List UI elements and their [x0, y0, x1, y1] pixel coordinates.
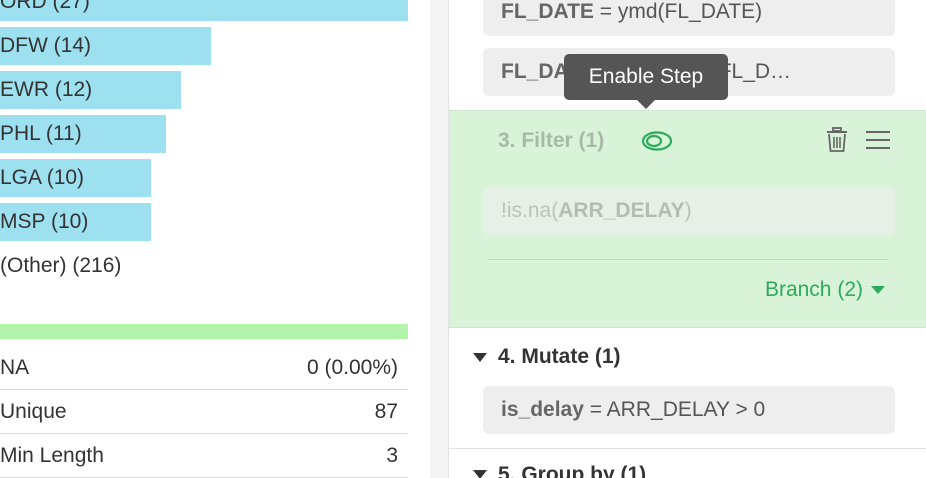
step-title[interactable]: 3. Filter (1) — [498, 126, 604, 156]
command-column: FL_DATE — [501, 0, 594, 23]
data-quality-bar — [0, 324, 408, 339]
command-column: ARR_DELAY — [558, 199, 685, 222]
other-category-label: (Other) (216) — [0, 254, 122, 277]
bar-row[interactable]: PHL (11) — [0, 115, 430, 153]
stat-key: NA — [0, 356, 30, 379]
command-prefix: !is.na( — [501, 199, 559, 222]
bar-row[interactable]: ORD (27) — [0, 0, 430, 21]
panel-divider[interactable] — [430, 0, 448, 478]
bar-label: MSP (10) — [0, 210, 89, 233]
step-command[interactable]: FL_DATE = ymd(FL_DATE) — [483, 0, 895, 36]
step-command[interactable]: !is.na(ARR_DELAY) — [483, 187, 895, 235]
bar-row[interactable]: MSP (10) — [0, 203, 430, 241]
tooltip: Enable Step — [564, 54, 728, 100]
command-expression: = ARR_DELAY > 0 — [583, 398, 766, 421]
branch-label: Branch (2) — [764, 278, 863, 301]
step-filter[interactable]: 3. Filter (1) !is.na(ARR_DELAY) Branch (… — [449, 110, 926, 328]
step-title[interactable]: 4. Mutate (1) — [498, 342, 621, 372]
step-command[interactable]: is_delay = ARR_DELAY > 0 — [483, 386, 895, 434]
bar-row[interactable]: DFW (14) — [0, 27, 430, 65]
divider — [487, 259, 889, 260]
tooltip-arrow — [637, 100, 655, 109]
bar-row[interactable]: EWR (12) — [0, 71, 430, 109]
bar-label: PHL (11) — [0, 122, 82, 145]
eye-icon[interactable] — [641, 131, 673, 151]
step-title[interactable]: 5. Group by (1) — [498, 460, 646, 478]
command-column: is_delay — [501, 398, 584, 421]
stat-row: NA 0 (0.00%) — [0, 346, 408, 390]
divider — [449, 448, 926, 449]
bar-row[interactable]: LGA (10) — [0, 159, 430, 197]
stat-value: 0 (0.00%) — [306, 356, 398, 379]
stat-row: Min Length 3 — [0, 434, 408, 478]
command-suffix: ) — [684, 199, 692, 222]
bar-label: ORD (27) — [0, 0, 90, 13]
stat-key: Min Length — [0, 444, 104, 467]
stat-row: Unique 87 — [0, 390, 408, 434]
trash-icon[interactable] — [825, 127, 849, 153]
stat-value: 3 — [386, 444, 398, 467]
bar-label: LGA (10) — [0, 166, 85, 189]
stat-key: Unique — [0, 400, 67, 423]
stat-value: 87 — [374, 400, 398, 423]
collapse-toggle-icon[interactable] — [473, 470, 487, 478]
bar-label: DFW (14) — [0, 34, 91, 57]
caret-down-icon — [871, 286, 885, 295]
branch-dropdown[interactable]: Branch (2) — [765, 275, 885, 305]
command-column: FL_DA — [501, 60, 569, 83]
bar-label: EWR (12) — [0, 78, 93, 101]
collapse-toggle-icon[interactable] — [473, 353, 487, 362]
column-summary-panel: ORD (27) DFW (14) EWR (12) PHL (11) LGA (10)… — [0, 0, 430, 478]
menu-icon[interactable] — [866, 129, 890, 151]
command-expression: = ymd(FL_DATE) — [593, 0, 763, 23]
